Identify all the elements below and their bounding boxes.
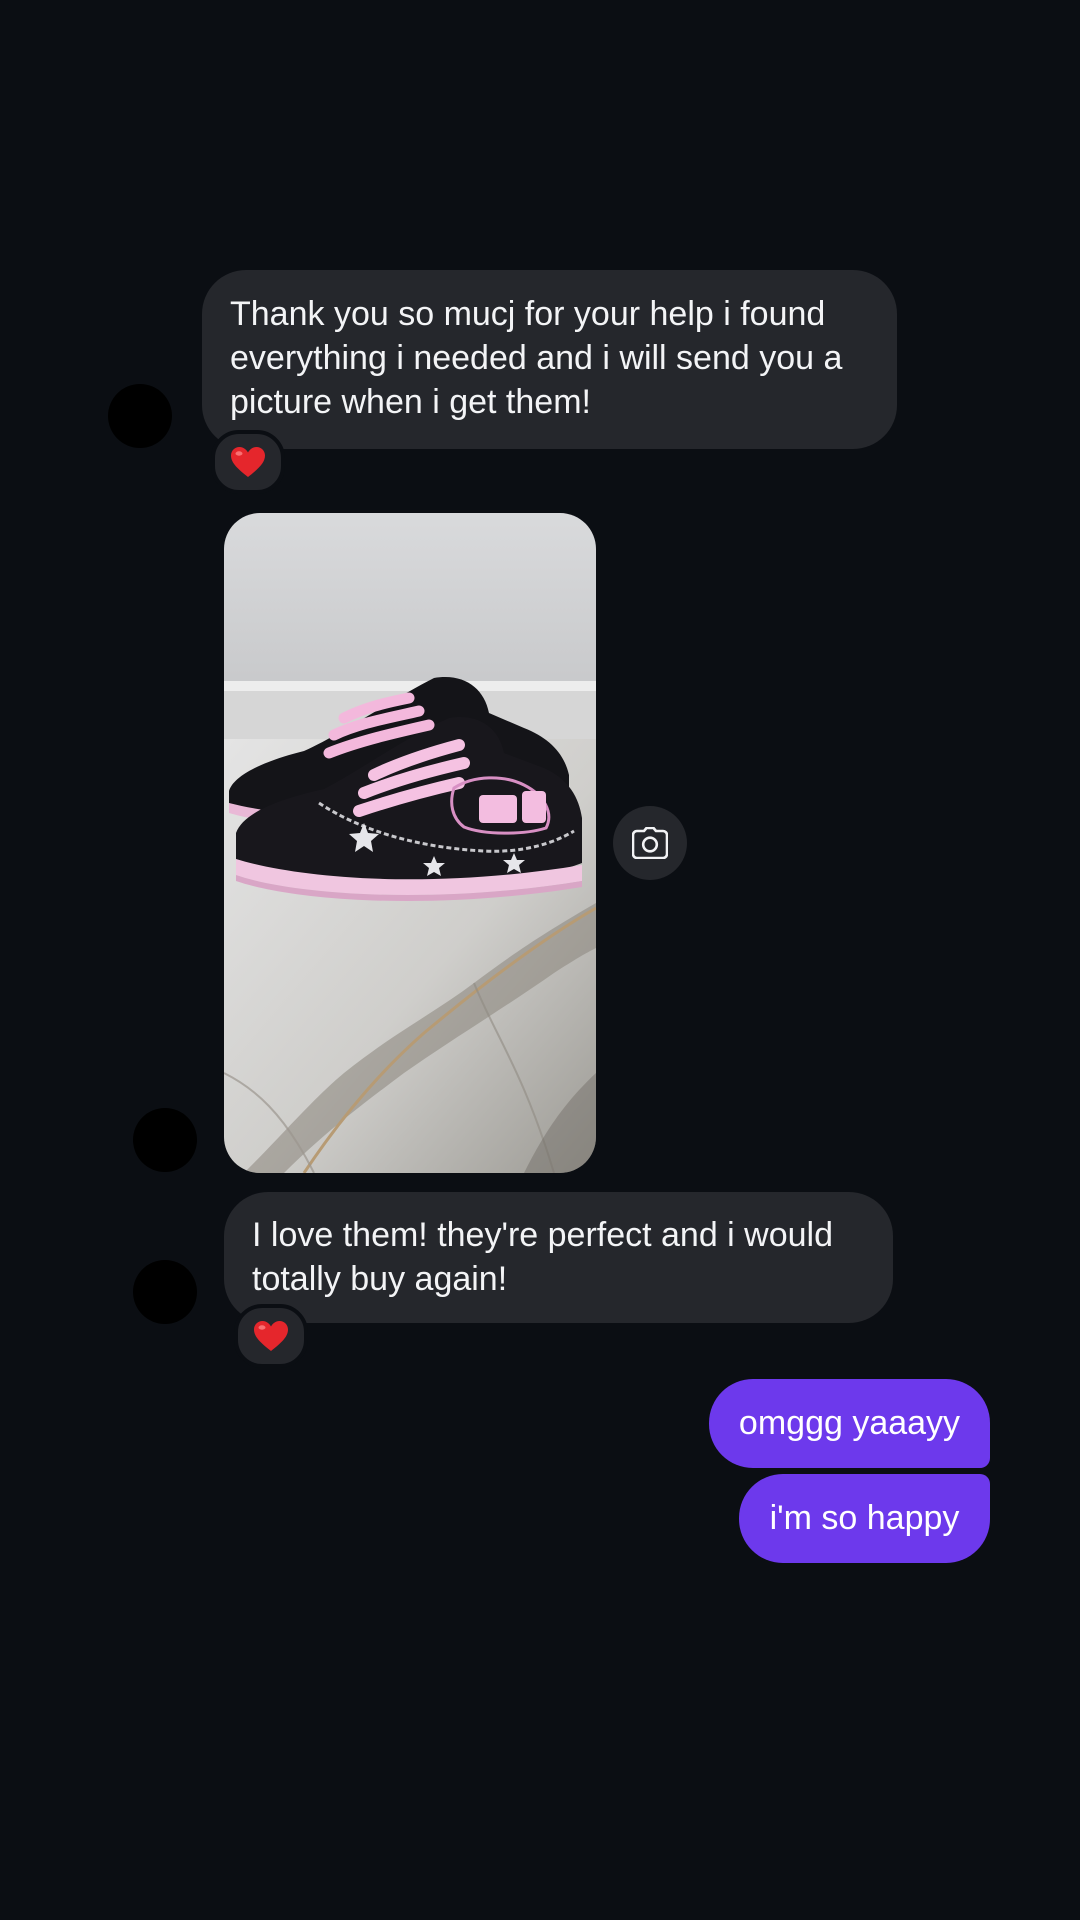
- save-photo-button[interactable]: [613, 806, 687, 880]
- sneakers-photo: [224, 513, 596, 1173]
- message-bubble-incoming[interactable]: Thank you so mucj for your help i found …: [202, 270, 897, 449]
- message-text: Thank you so mucj for your help i found …: [230, 295, 843, 421]
- avatar[interactable]: [133, 1108, 197, 1172]
- heart-icon: [231, 447, 265, 477]
- message-text: omggg yaaayy: [738, 1404, 961, 1442]
- message-bubble-outgoing[interactable]: i'm so happy: [739, 1474, 990, 1563]
- message-text: I love them! they're perfect and i would…: [252, 1216, 834, 1298]
- reaction-badge[interactable]: [234, 1304, 308, 1368]
- heart-icon: [254, 1321, 288, 1351]
- avatar[interactable]: [108, 384, 172, 448]
- message-bubble-outgoing[interactable]: omggg yaaayy: [709, 1379, 990, 1468]
- avatar[interactable]: [133, 1260, 197, 1324]
- photo-message[interactable]: [224, 513, 596, 1173]
- message-text: i'm so happy: [769, 1499, 960, 1537]
- camera-icon: [632, 827, 668, 859]
- message-bubble-incoming[interactable]: I love them! they're perfect and i would…: [224, 1192, 893, 1323]
- reaction-badge[interactable]: [211, 430, 285, 494]
